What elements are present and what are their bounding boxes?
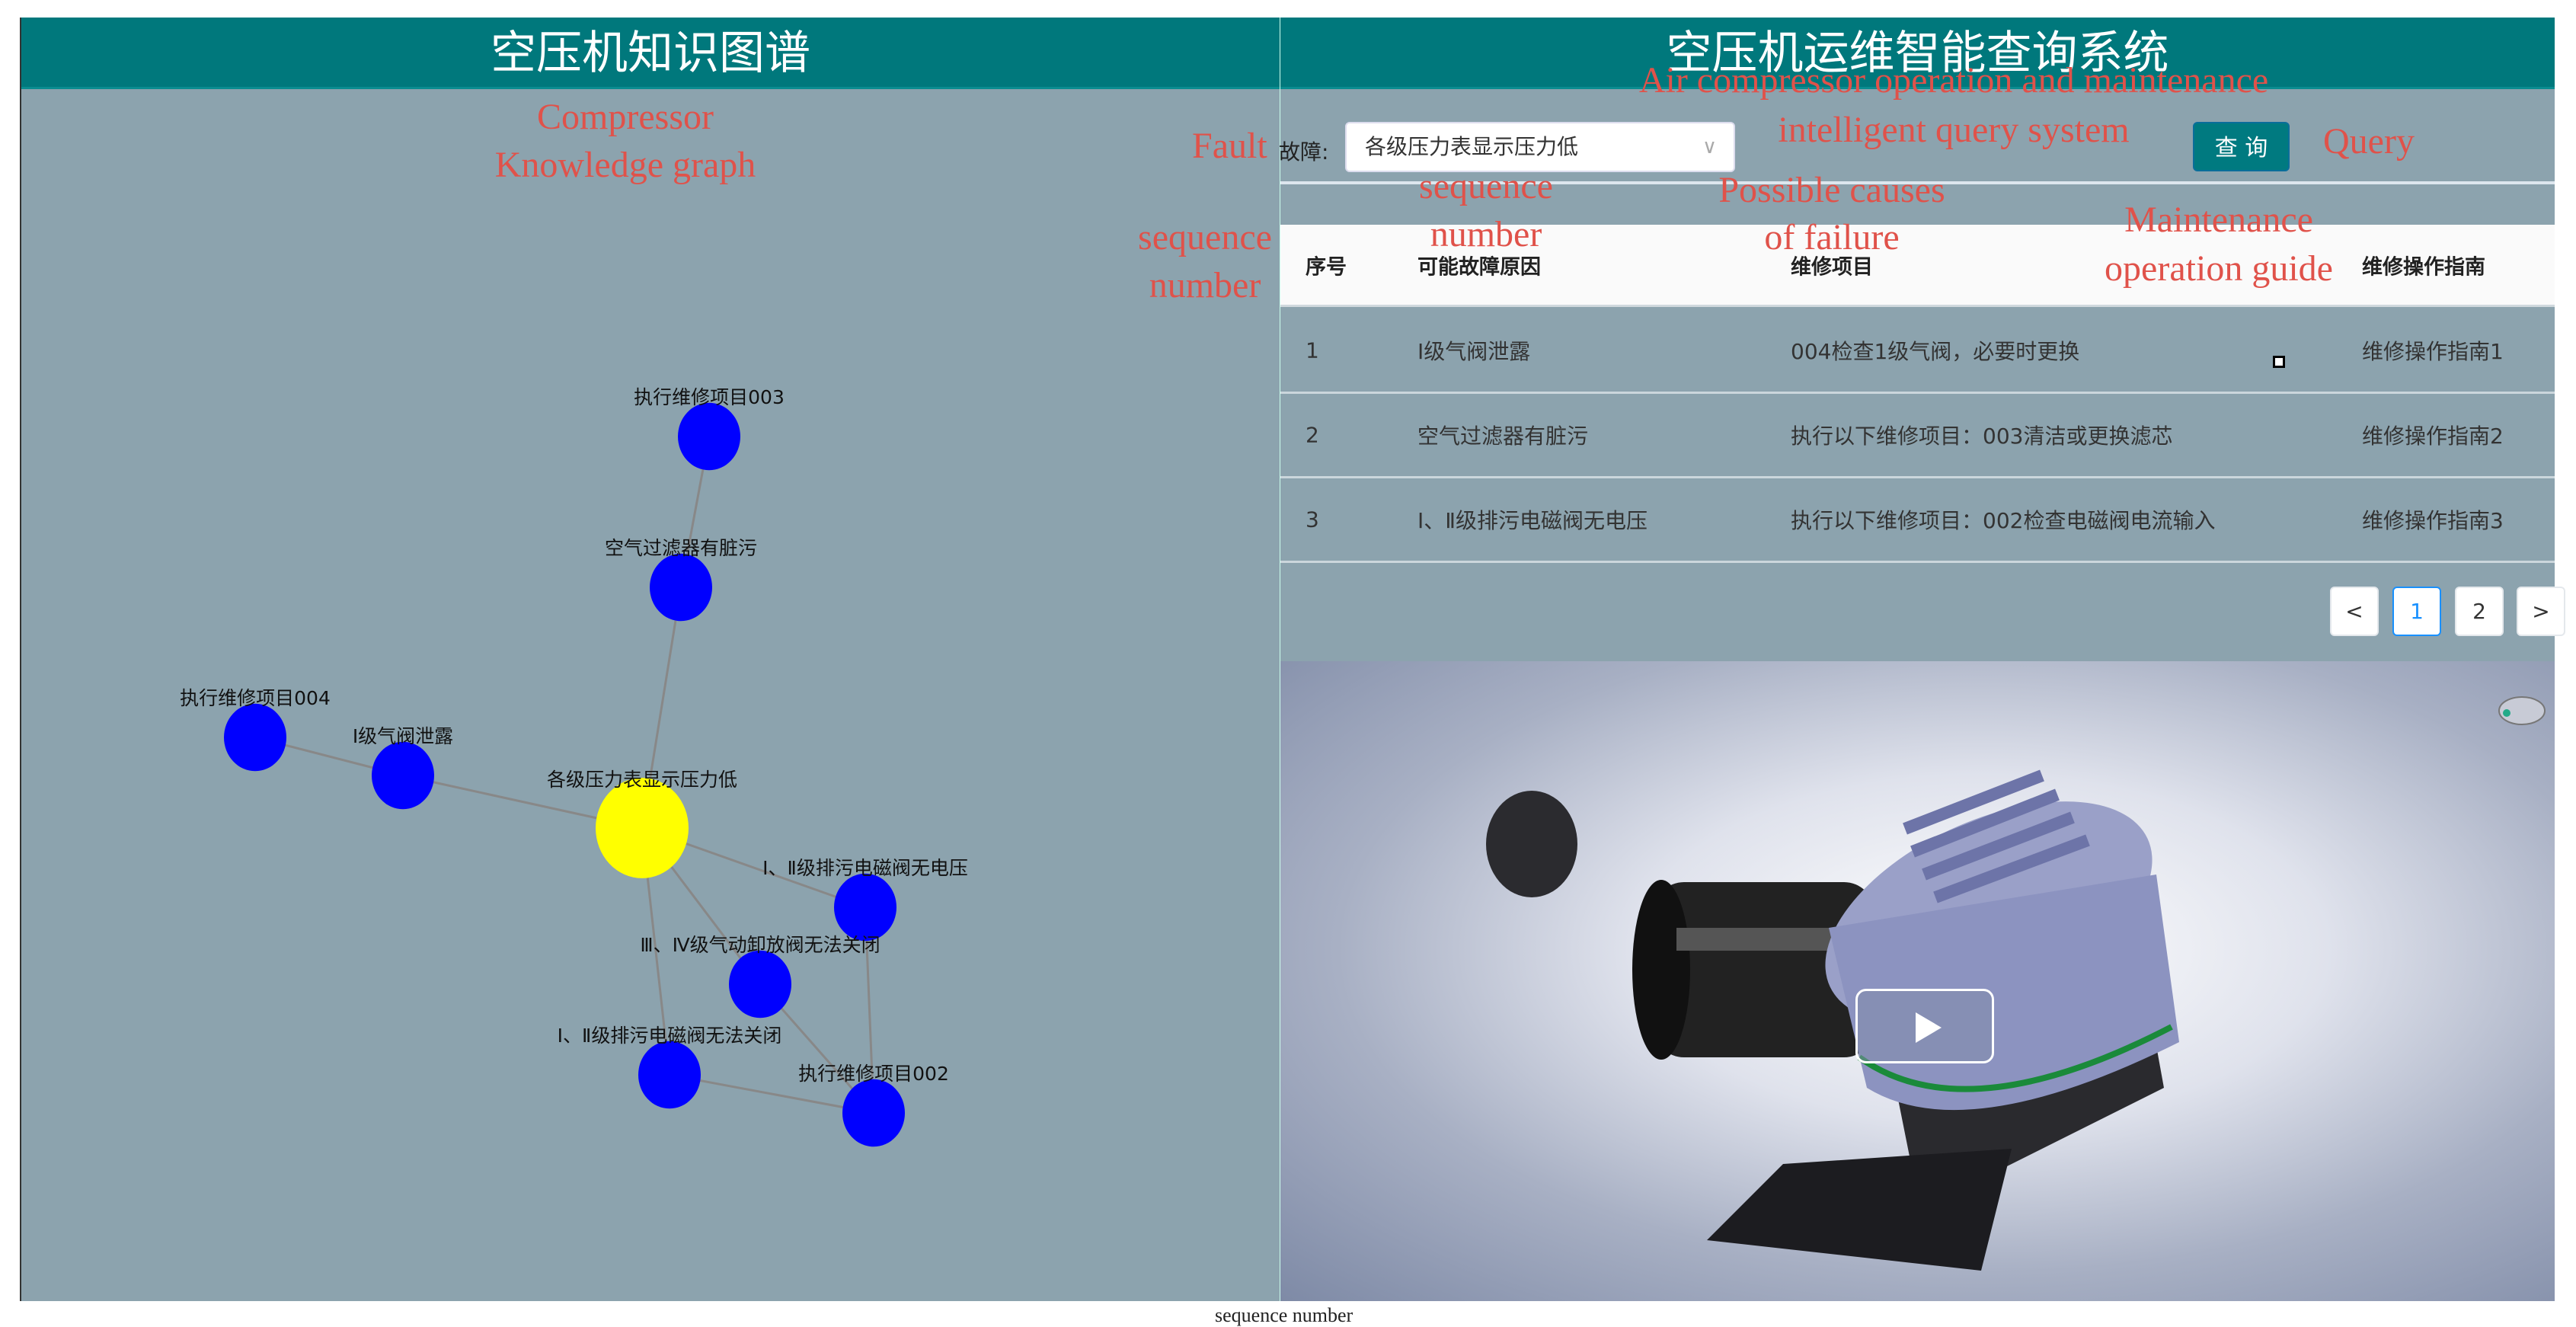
row-guide-link[interactable]: 维修操作指南2 <box>2362 420 2504 450</box>
graph-node[interactable] <box>596 778 689 878</box>
graph-node[interactable] <box>678 402 740 471</box>
graph-node-label: Ⅰ级气阀泄露 <box>353 725 453 747</box>
table-row[interactable]: 3 Ⅰ、Ⅱ级排污电磁阀无电压 执行以下维修项目：002检查电磁阀电流输入 维修操作指南… <box>1280 478 2555 563</box>
pagination-page-1[interactable]: 1 <box>2392 587 2441 636</box>
row-cause: Ⅰ、Ⅱ级排污电磁阀无电压 <box>1417 508 1648 533</box>
header-seq: 序号 <box>1306 255 1347 279</box>
graph-node[interactable] <box>372 741 434 810</box>
maintenance-video[interactable] <box>1280 661 2555 1301</box>
pagination-page-2[interactable]: 2 <box>2455 587 2504 636</box>
graph-node[interactable] <box>638 1041 701 1109</box>
annotation-seq-1: sequence <box>1419 166 1553 206</box>
chevron-down-icon: ∨ <box>1702 136 1717 158</box>
graph-node[interactable] <box>834 873 896 942</box>
row-cause: Ⅰ级气阀泄露 <box>1417 339 1531 364</box>
annotation-guide-1: Maintenance <box>2124 200 2313 240</box>
annotation-left-seq-2: number <box>1149 265 1261 305</box>
pagination-prev[interactable]: < <box>2330 587 2379 636</box>
annotation-fault: Fault <box>1192 126 1267 166</box>
annotation-guide-2: operation guide <box>2105 248 2333 289</box>
annotation-query: Query <box>2323 121 2415 161</box>
graph-node-label: Ⅲ、Ⅳ级气动卸放阀无法关闭 <box>640 934 880 956</box>
fault-select-value: 各级压力表显示压力低 <box>1365 134 1579 159</box>
graph-node-label: 各级压力表显示压力低 <box>547 769 737 791</box>
annotation-knowledge-graph: Knowledge graph <box>494 145 756 185</box>
row-seq: 2 <box>1306 422 1319 448</box>
table-row[interactable]: 2 空气过滤器有脏污 执行以下维修项目：003清洁或更换滤芯 维修操作指南2 <box>1280 394 2555 478</box>
annotation-left-seq-1: sequence <box>1138 217 1272 257</box>
graph-node-label: Ⅰ、Ⅱ级排污电磁阀无电压 <box>762 857 968 879</box>
graph-node[interactable] <box>224 703 286 772</box>
graph-node-label: 执行维修项目004 <box>180 687 331 709</box>
graph-node-label: 执行维修项目003 <box>634 386 785 408</box>
graph-node[interactable] <box>729 950 791 1018</box>
knowledge-graph[interactable]: 各级压力表显示压力低 执行维修项目003 空气过滤器有脏污执行维修项目004 Ⅰ级气阀… <box>21 18 1281 1301</box>
row-seq: 3 <box>1306 507 1319 532</box>
fault-select[interactable]: 各级压力表显示压力低 ∨ <box>1345 122 1735 172</box>
table-row[interactable]: 1 Ⅰ级气阀泄露 004检查1级气阀，必要时更换 维修操作指南1 <box>1280 309 2555 394</box>
header-guide: 维修操作指南 <box>2362 255 2485 279</box>
pagination-next[interactable]: > <box>2517 587 2565 636</box>
row-item: 004检查1级气阀，必要时更换 <box>1791 339 2080 364</box>
play-button[interactable] <box>1855 989 1994 1063</box>
row-item: 执行以下维修项目：002检查电磁阀电流输入 <box>1791 508 2216 533</box>
graph-node-label: 执行维修项目002 <box>798 1063 949 1085</box>
annotation-title-en-2: intelligent query system <box>1778 110 2130 150</box>
annotation-causes-2: of failure <box>1764 217 1900 257</box>
annotation-compressor: Compressor <box>537 97 714 137</box>
annotation-seq-2: number <box>1430 214 1542 254</box>
row-seq: 1 <box>1306 337 1319 363</box>
graph-node[interactable] <box>650 553 712 622</box>
query-button[interactable]: 查 询 <box>2193 122 2290 171</box>
annotation-title-en-1: Air compressor operation and maintenance <box>1638 60 2269 101</box>
graph-node-label: 空气过滤器有脏污 <box>605 537 757 559</box>
annotation-causes-1: Possible causes <box>1718 170 1945 210</box>
knowledge-graph-panel: 空压机知识图谱 各级压力表显示压力低 执行维修项目003 空气过滤器有脏污 执行维修项… <box>20 18 1280 1301</box>
fault-label: 故障: <box>1279 139 1329 165</box>
bottom-caption: sequence number <box>1215 1304 1354 1326</box>
row-guide-link[interactable]: 维修操作指南3 <box>2362 504 2504 535</box>
graph-node[interactable] <box>842 1079 905 1147</box>
row-cause: 空气过滤器有脏污 <box>1417 424 1589 449</box>
row-item: 执行以下维修项目：003清洁或更换滤芯 <box>1791 424 2173 449</box>
row-cursor-marker <box>2273 356 2285 368</box>
compressor-3d-image <box>1486 696 2546 1271</box>
row-guide-link[interactable]: 维修操作指南1 <box>2362 335 2504 366</box>
graph-node-label: Ⅰ、Ⅱ级排污电磁阀无法关闭 <box>558 1025 782 1047</box>
